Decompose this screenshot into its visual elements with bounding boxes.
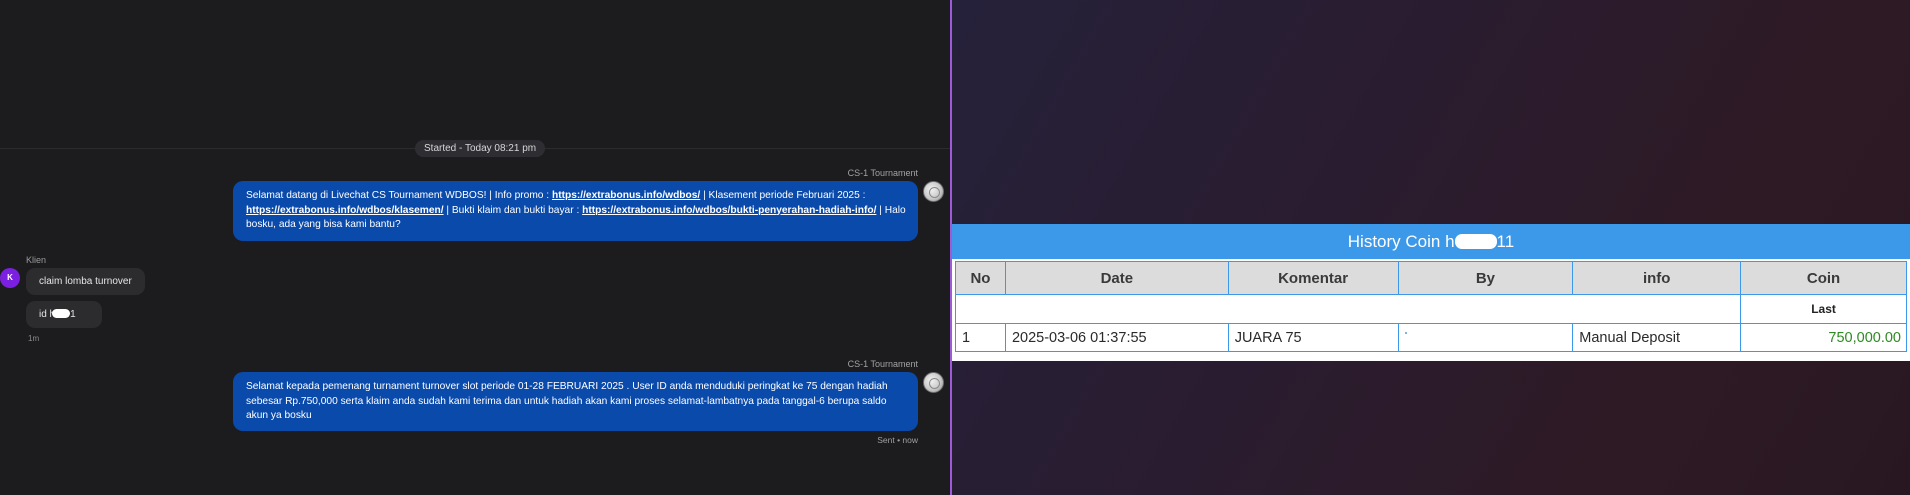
message-text: | Klasement periode Februari 2025 :: [700, 190, 866, 201]
history-title-text: 11: [1496, 232, 1515, 251]
table-header-row: No Date Komentar By info Coin: [955, 261, 1907, 295]
table-cell: [954, 294, 1742, 324]
redacted-blur: [1454, 234, 1497, 249]
column-header-coin: Coin: [1740, 261, 1907, 295]
cell-info: Manual Deposit: [1572, 323, 1742, 352]
conversation-start-label: Started - Today 08:21 pm: [415, 140, 546, 157]
client-name: Klien: [26, 255, 47, 265]
message-text: Selamat datang di Livechat CS Tournament…: [246, 190, 552, 201]
cell-komentar: JUARA 75: [1227, 323, 1399, 352]
agent-message-bubble: Selamat datang di Livechat CS Tournament…: [233, 181, 918, 241]
message-text: 1: [70, 309, 76, 320]
agent-avatar: [923, 181, 944, 202]
client-message-bubble: id h1: [26, 301, 102, 328]
cell-coin: 750,000.00: [1740, 323, 1907, 352]
agent-message-bubble: Selamat kepada pemenang turnament turnov…: [233, 372, 918, 431]
message-text: | Bukti klaim dan bukti bayar :: [443, 204, 583, 216]
client-message-bubble: claim lomba turnover: [26, 268, 145, 295]
column-header-date: Date: [1004, 261, 1229, 295]
table-row: 1 2025-03-06 01:37:55 JUARA 75 Manual De…: [955, 323, 1907, 352]
message-time: 1m: [28, 334, 40, 343]
agent-name: CS-1 Tournament: [847, 359, 918, 369]
by-marker: [1404, 331, 1407, 334]
history-table: No Date Komentar By info Coin Last 1 202…: [954, 261, 1907, 352]
column-header-info: info: [1572, 261, 1742, 295]
history-title-text: History Coin h: [1347, 232, 1455, 251]
cell-no: 1: [955, 323, 1006, 352]
klasemen-link[interactable]: https://extrabonus.info/wdbos/klasemen/: [246, 205, 444, 216]
message-text: claim lomba turnover: [39, 276, 132, 287]
promo-link[interactable]: https://extrabonus.info/wdbos/: [552, 190, 700, 201]
last-label: Last: [1740, 294, 1907, 324]
column-header-komentar: Komentar: [1227, 261, 1399, 295]
column-header-no: No: [955, 261, 1006, 295]
redacted-blur: [52, 309, 71, 318]
history-title: History Coin h 11: [952, 224, 1910, 259]
bukti-link[interactable]: https://extrabonus.info/wdbos/bukti-peny…: [582, 205, 876, 216]
agent-avatar: [923, 372, 944, 393]
chat-panel: Started - Today 08:21 pm CS-1 Tournament…: [0, 0, 950, 495]
cell-date: 2025-03-06 01:37:55: [1004, 323, 1229, 352]
cell-by: [1397, 323, 1574, 352]
agent-name: CS-1 Tournament: [847, 168, 918, 178]
table-row-last: Last: [954, 294, 1907, 324]
history-coin-panel: History Coin h 11 No Date Komentar By inf…: [952, 224, 1910, 361]
client-avatar: K: [0, 268, 20, 288]
message-text: Selamat kepada pemenang turnament turnov…: [246, 381, 888, 421]
message-status: Sent • now: [877, 435, 918, 445]
column-header-by: By: [1397, 261, 1574, 295]
